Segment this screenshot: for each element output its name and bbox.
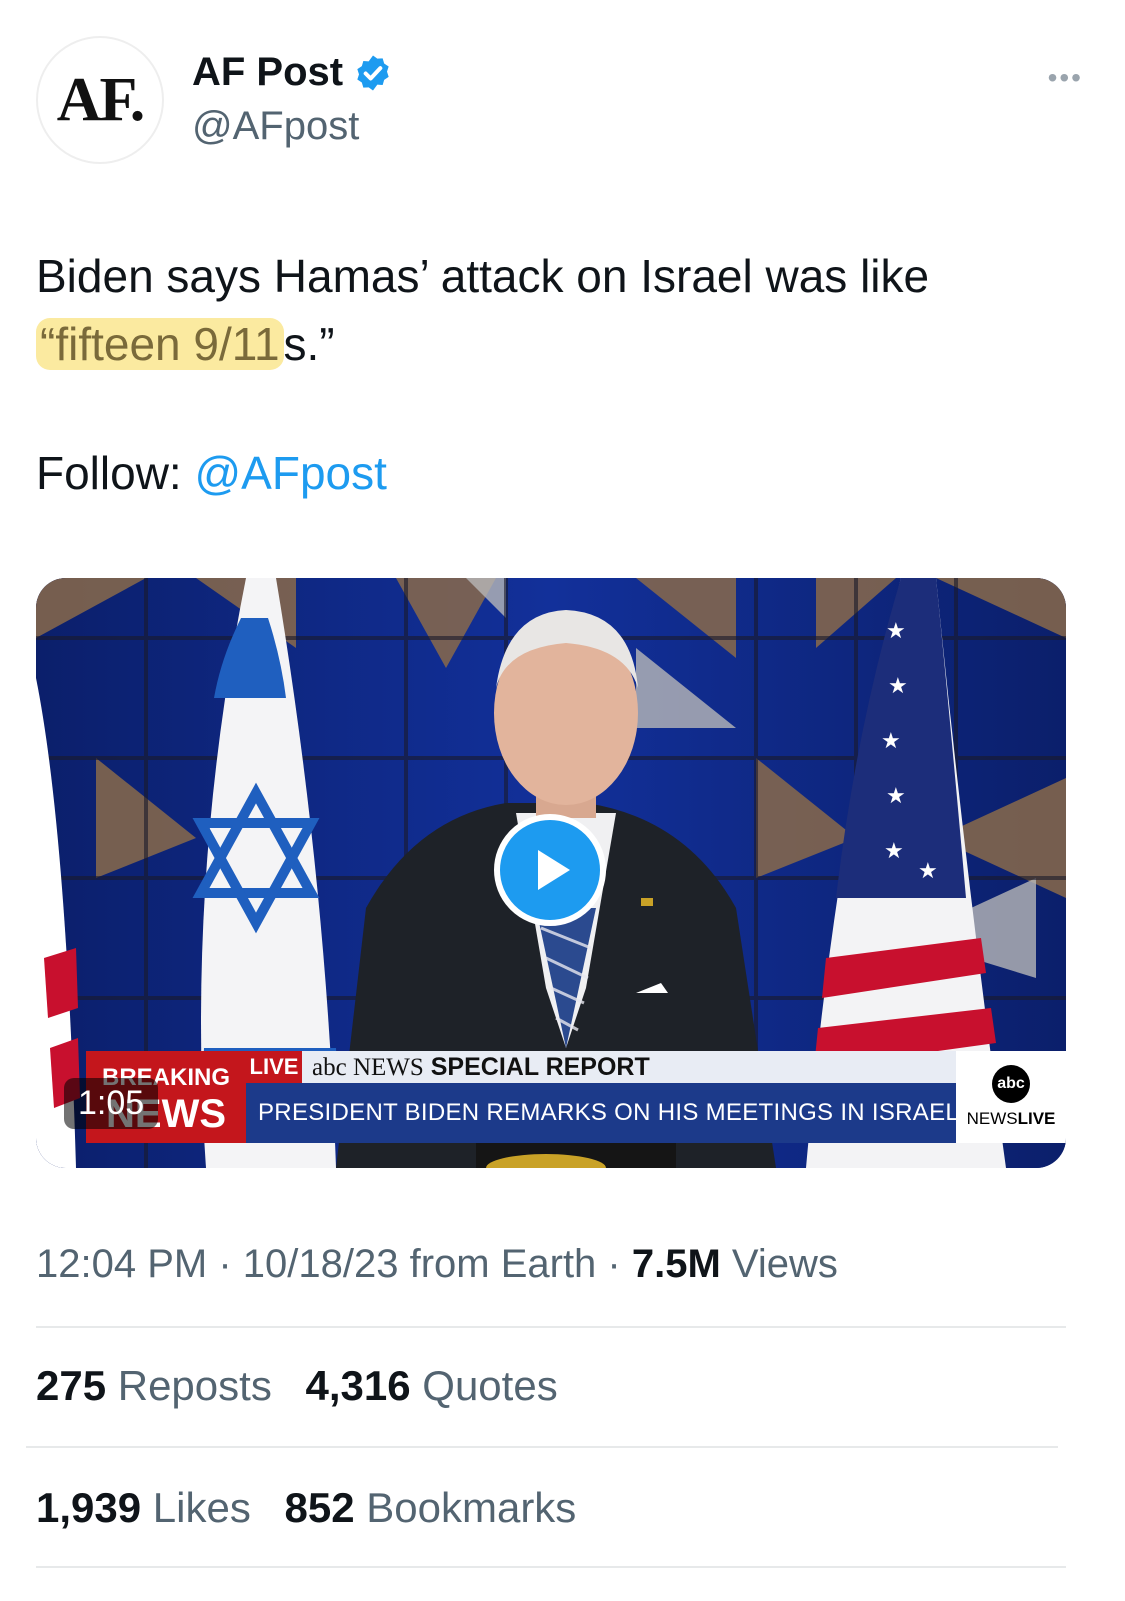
abc-news-live-logo: abc NEWSLIVE [956,1051,1066,1143]
tweet-text-main: Biden says Hamas’ attack on Israel was l… [36,250,930,302]
quotes-count: 4,316 [305,1362,411,1409]
likes-label: Likes [141,1484,251,1531]
svg-text:★: ★ [886,619,906,644]
post-date[interactable]: 10/18/23 [243,1242,399,1286]
meta-separator: · [207,1242,243,1286]
abc-logo-label: NEWSLIVE [967,1109,1056,1129]
tweet-header: AF. AF Post @AFpost ••• [36,36,1089,168]
live-tag: LIVE [246,1051,302,1083]
tweet-meta: 12:04 PM · 10/18/23 from Earth · 7.5M Vi… [36,1242,838,1287]
account-handle[interactable]: @AFpost [192,104,359,149]
post-source: from Earth [398,1242,597,1286]
display-name[interactable]: AF Post [192,50,343,95]
special-report-bar: abc NEWS SPECIAL REPORT [302,1051,956,1083]
reposts-label: Reposts [106,1362,272,1409]
bookmarks-stat[interactable]: 852 Bookmarks [285,1484,577,1531]
play-icon [538,850,570,890]
quotes-stat[interactable]: 4,316 Quotes [306,1362,558,1409]
network-name: abc NEWS [312,1054,424,1081]
svg-text:★: ★ [881,729,901,754]
avatar-logo-text: AF. [56,65,145,134]
engagement-row-2: 1,939 Likes 852 Bookmarks [36,1484,598,1532]
quotes-label: Quotes [410,1362,558,1409]
more-options-icon[interactable]: ••• [1048,62,1083,94]
abc-logo-news: NEWS [966,1109,1018,1128]
video-duration: 1:05 [64,1078,159,1129]
views-label: Views [720,1242,838,1286]
avatar[interactable]: AF. [36,36,164,164]
tweet-text-end: s.” [283,318,335,370]
news-lower-third: BREAKING NEWS LIVE abc NEWS SPECIAL REPO… [86,1051,1066,1143]
divider [36,1566,1066,1568]
reposts-stat[interactable]: 275 Reposts [36,1362,272,1409]
divider [36,1326,1066,1328]
video-player[interactable]: ★ ★ ★ ★ ★ ★ BREAKING NEWS LIVE abc NEWS SPEC… [36,578,1066,1168]
follow-line: Follow: @AFpost [36,446,387,500]
meta-separator-2: · [596,1242,632,1286]
news-headline: PRESIDENT BIDEN REMARKS ON HIS MEETINGS … [246,1083,959,1143]
svg-text:★: ★ [884,839,904,864]
bookmarks-count: 852 [284,1484,355,1531]
likes-stat[interactable]: 1,939 Likes [36,1484,251,1531]
play-button[interactable] [494,814,606,926]
svg-text:★: ★ [888,674,908,699]
tweet-text: Biden says Hamas’ attack on Israel was l… [36,242,1086,378]
svg-text:★: ★ [886,784,906,809]
follow-mention-link[interactable]: @AFpost [194,447,386,499]
reposts-count: 275 [36,1362,107,1409]
special-report-label: SPECIAL REPORT [430,1053,650,1081]
name-row: AF Post [192,50,393,95]
abc-logo-live: LIVE [1017,1109,1056,1128]
engagement-row-1: 275 Reposts 4,316 Quotes [36,1362,580,1410]
bookmarks-label: Bookmarks [354,1484,577,1531]
verified-badge-icon [357,55,389,90]
follow-label: Follow: [36,447,195,499]
divider [26,1446,1058,1448]
post-time[interactable]: 12:04 PM [36,1242,207,1286]
svg-text:★: ★ [918,859,938,884]
highlighted-quote: “fifteen 9/11 [36,318,284,370]
abc-logo-circle: abc [992,1065,1030,1103]
likes-count: 1,939 [36,1484,142,1531]
views-count: 7.5M [631,1242,721,1286]
